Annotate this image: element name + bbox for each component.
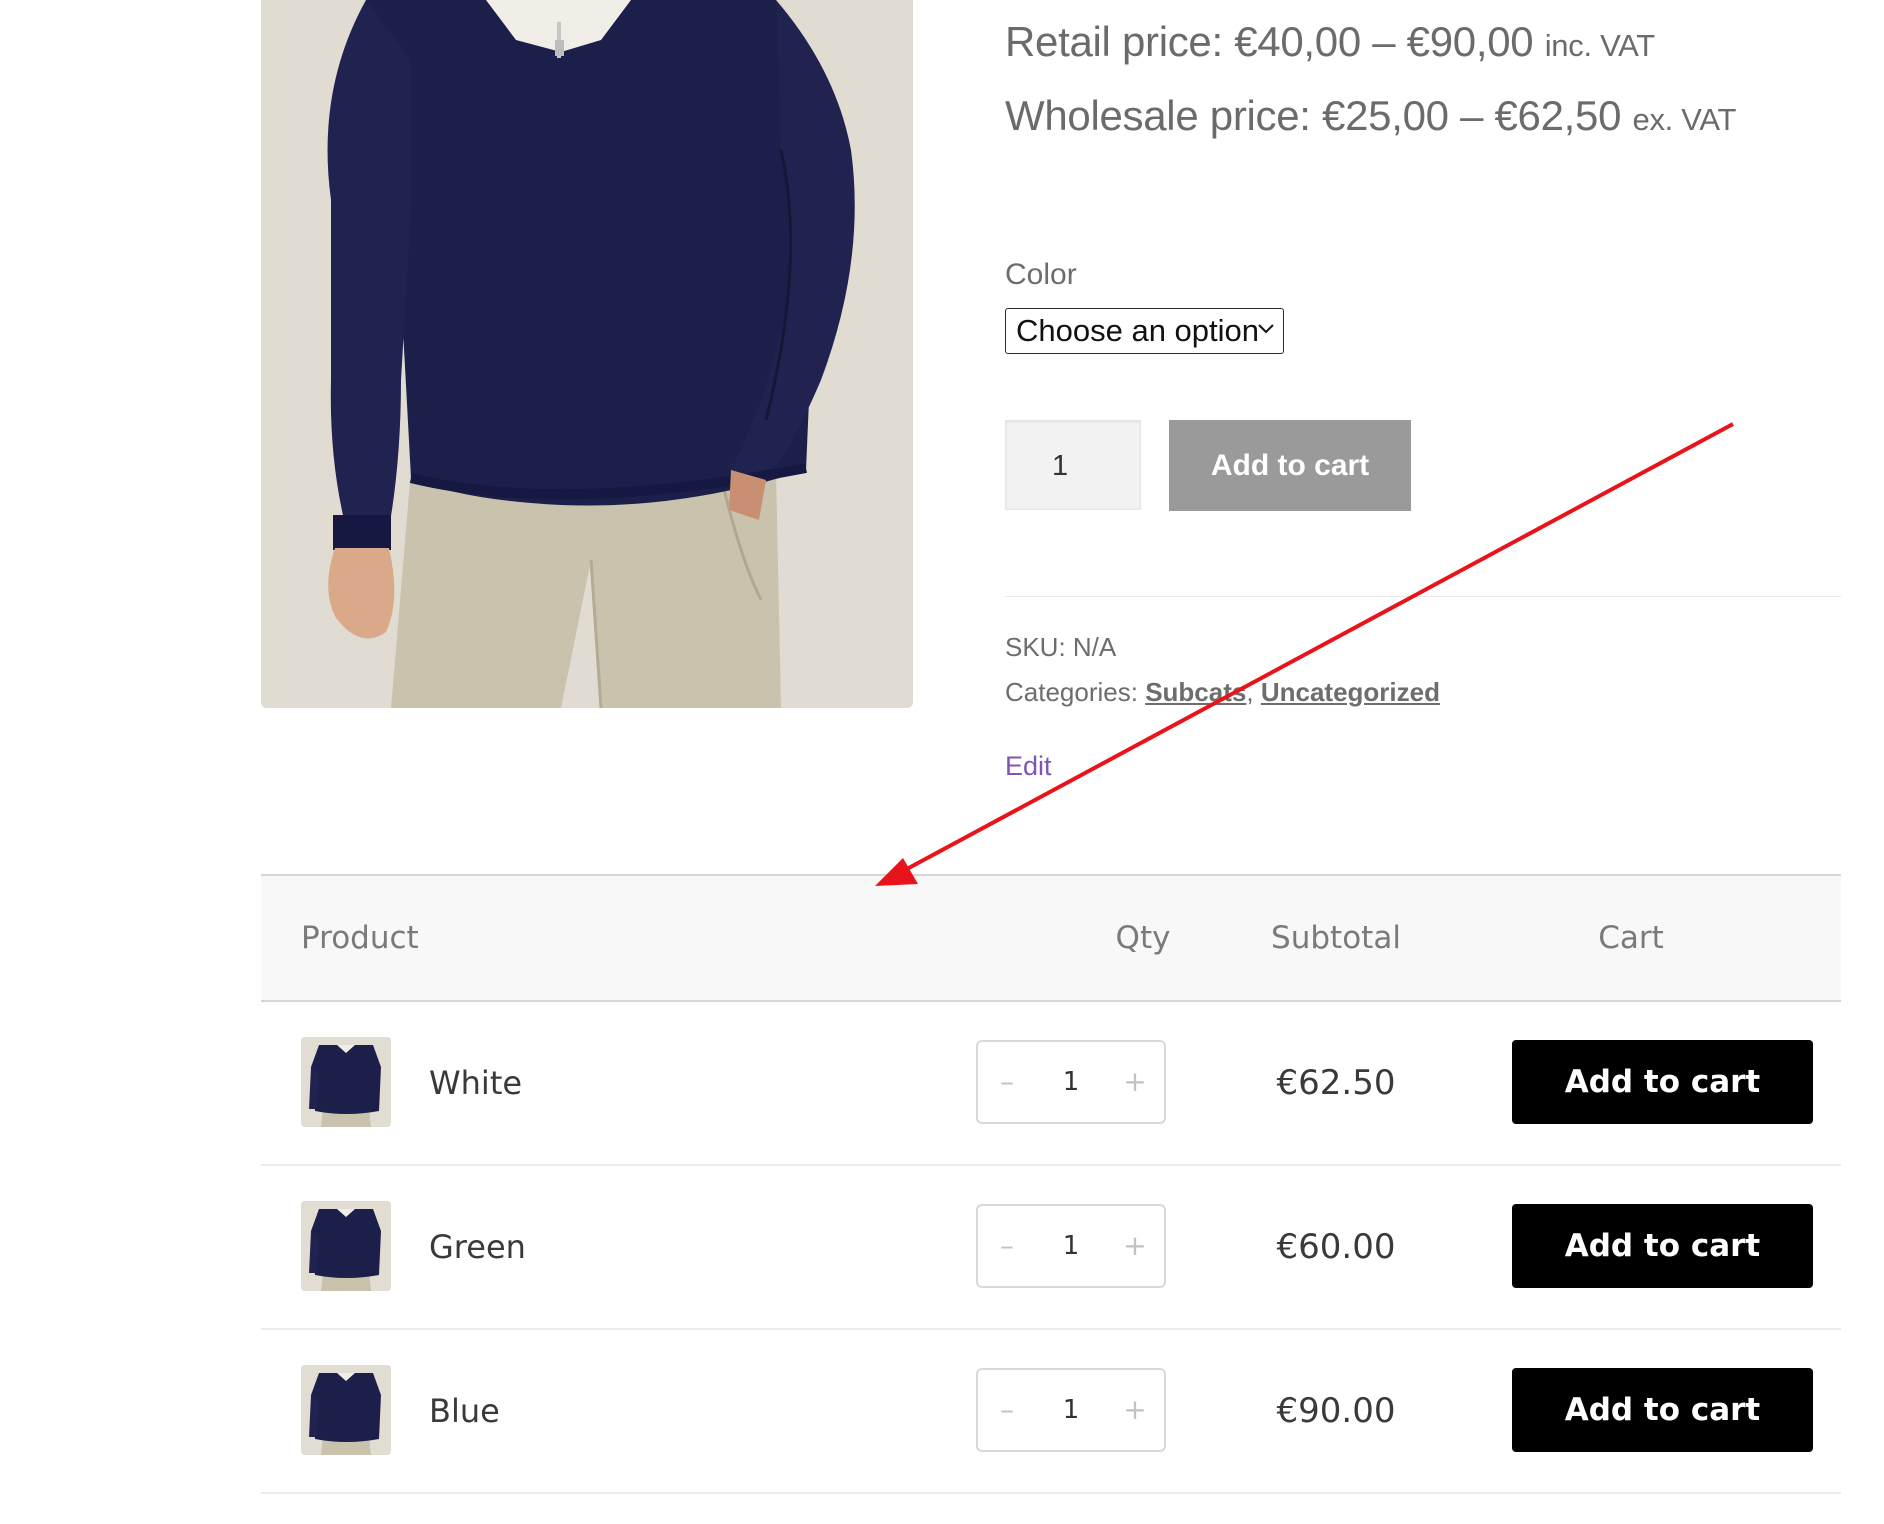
quantity-stepper[interactable]: – 1 + xyxy=(976,1368,1166,1452)
product-thumbnail[interactable] xyxy=(301,1037,391,1127)
minus-icon[interactable]: – xyxy=(982,1042,1032,1122)
divider xyxy=(1005,596,1841,597)
category-link-uncategorized[interactable]: Uncategorized xyxy=(1261,677,1440,707)
subtotal: €60.00 xyxy=(1276,1227,1396,1267)
table-row: Blue – 1 + €90.00 Add to cart xyxy=(261,1330,1841,1494)
quantity-input[interactable]: 1 xyxy=(1005,420,1141,510)
variation-name: Blue xyxy=(429,1392,500,1430)
edit-link[interactable]: Edit xyxy=(1005,751,1052,782)
quantity-stepper[interactable]: – 1 + xyxy=(976,1040,1166,1124)
add-to-cart-button[interactable]: Add to cart xyxy=(1512,1040,1813,1124)
minus-icon[interactable]: – xyxy=(982,1370,1032,1450)
wholesale-price-suffix: ex. VAT xyxy=(1632,102,1737,137)
plus-icon[interactable]: + xyxy=(1110,1206,1160,1286)
subtotal: €90.00 xyxy=(1276,1391,1396,1431)
header-cart: Cart xyxy=(1598,920,1664,956)
quantity-value[interactable]: 1 xyxy=(1028,1042,1114,1122)
table-row: White – 1 + €62.50 Add to cart xyxy=(261,1002,1841,1166)
wholesale-price: Wholesale price: €25,00 – €62,50 ex. VAT xyxy=(1005,92,1736,140)
header-product: Product xyxy=(301,920,419,956)
header-qty: Qty xyxy=(1115,920,1171,956)
minus-icon[interactable]: – xyxy=(982,1206,1032,1286)
categories: Categories: Subcats, Uncategorized xyxy=(1005,677,1440,708)
wholesale-price-label: Wholesale price: €25,00 – €62,50 xyxy=(1005,92,1622,139)
table-row: Green – 1 + €60.00 Add to cart xyxy=(261,1166,1841,1330)
color-label: Color xyxy=(1005,258,1077,291)
add-to-cart-button[interactable]: Add to cart xyxy=(1512,1204,1813,1288)
color-select-value: Choose an option xyxy=(1016,313,1260,348)
product-thumbnail[interactable] xyxy=(301,1365,391,1455)
subtotal: €62.50 xyxy=(1276,1063,1396,1103)
quantity-value[interactable]: 1 xyxy=(1028,1206,1114,1286)
variation-name: White xyxy=(429,1064,523,1102)
retail-price: Retail price: €40,00 – €90,00 inc. VAT xyxy=(1005,18,1655,66)
color-select[interactable]: Choose an option xyxy=(1005,308,1284,354)
retail-price-label: Retail price: €40,00 – €90,00 xyxy=(1005,18,1534,65)
header-subtotal: Subtotal xyxy=(1271,920,1401,956)
product-image[interactable] xyxy=(261,0,913,708)
plus-icon[interactable]: + xyxy=(1110,1042,1160,1122)
category-separator: , xyxy=(1246,677,1254,707)
categories-label: Categories: xyxy=(1005,677,1138,707)
variations-table: Product Qty Subtotal Cart White – 1 + €6… xyxy=(261,874,1841,1494)
add-to-cart-button[interactable]: Add to cart xyxy=(1169,420,1411,511)
sku: SKU: N/A xyxy=(1005,632,1117,662)
plus-icon[interactable]: + xyxy=(1110,1370,1160,1450)
category-link-subcats[interactable]: Subcats xyxy=(1145,677,1246,707)
table-header: Product Qty Subtotal Cart xyxy=(261,874,1841,1002)
add-to-cart-button[interactable]: Add to cart xyxy=(1512,1368,1813,1452)
variation-name: Green xyxy=(429,1228,526,1266)
chevron-down-icon xyxy=(1258,324,1274,334)
retail-price-suffix: inc. VAT xyxy=(1544,28,1655,63)
quantity-value[interactable]: 1 xyxy=(1028,1370,1114,1450)
product-thumbnail[interactable] xyxy=(301,1201,391,1291)
quantity-stepper[interactable]: – 1 + xyxy=(976,1204,1166,1288)
